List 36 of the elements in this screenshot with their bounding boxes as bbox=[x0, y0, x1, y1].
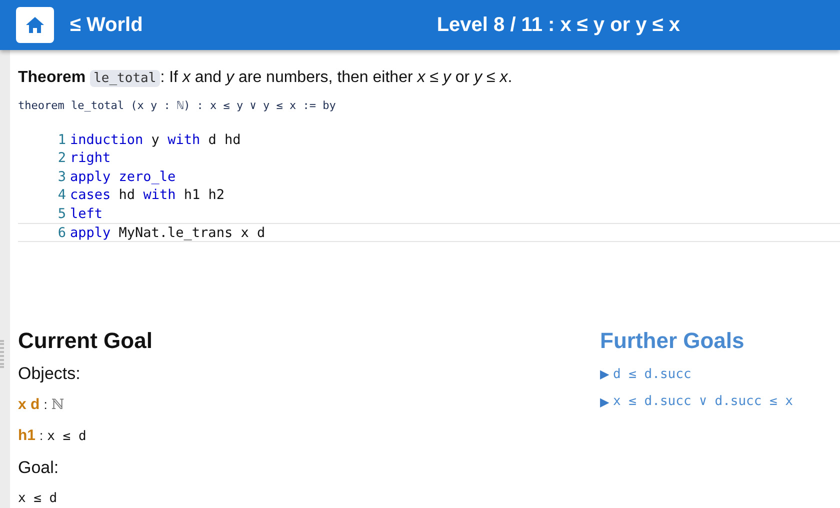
code-line: right bbox=[70, 149, 111, 168]
line-number: 1 bbox=[56, 130, 67, 149]
goal-expression: d ≤ d.succ bbox=[613, 366, 692, 384]
level-title: Level 8 / 11 : x ≤ y or y ≤ x bbox=[436, 13, 680, 38]
code-line: apply zero_le bbox=[70, 168, 176, 186]
expand-toggle[interactable]: ▶ bbox=[600, 365, 609, 384]
section-title: Current Goal bbox=[18, 326, 154, 354]
code-line: induction y with d hd bbox=[70, 130, 241, 149]
resize-handle[interactable] bbox=[0, 340, 4, 368]
code-line: left bbox=[70, 204, 103, 223]
home-icon bbox=[25, 16, 45, 34]
theorem-name: le_total bbox=[90, 70, 160, 87]
hypothesis-type: x ≤ d bbox=[47, 428, 86, 446]
hypothesis-name: x d bbox=[18, 395, 40, 415]
code-line: cases hd with h1 h2 bbox=[70, 186, 225, 204]
world-title: ≤ World bbox=[70, 13, 143, 38]
colon: : bbox=[40, 426, 44, 444]
expand-toggle[interactable]: ▶ bbox=[600, 392, 609, 411]
theorem-statement: : If x and y are numbers, then either x ≤ y or y ≤ x. bbox=[160, 69, 512, 86]
colon: : bbox=[44, 396, 48, 414]
goal-expression: x ≤ d.succ ∨ d.succ ≤ x bbox=[613, 393, 794, 411]
goal-label: Goal: bbox=[18, 457, 60, 479]
line-number: 2 bbox=[56, 149, 67, 168]
line-number: 3 bbox=[56, 168, 67, 186]
objects-label: Objects: bbox=[18, 362, 82, 384]
home-button[interactable] bbox=[16, 7, 54, 43]
theorem-label: Theorem bbox=[18, 69, 86, 86]
goal-expression: x ≤ d bbox=[18, 490, 58, 508]
code-line: apply MyNat.le_trans x d bbox=[70, 224, 266, 240]
line-number: 6 bbox=[56, 224, 67, 240]
line-number: 4 bbox=[56, 186, 67, 204]
section-title: Further Goals bbox=[600, 326, 746, 354]
theorem-signature: theorem le_total (x y : ℕ) : x ≤ y ∨ y ≤ x := by bbox=[18, 98, 337, 114]
line-number: 5 bbox=[56, 204, 67, 223]
hypothesis-type: ℕ bbox=[51, 396, 64, 415]
hypothesis-name: h1 bbox=[18, 426, 36, 446]
